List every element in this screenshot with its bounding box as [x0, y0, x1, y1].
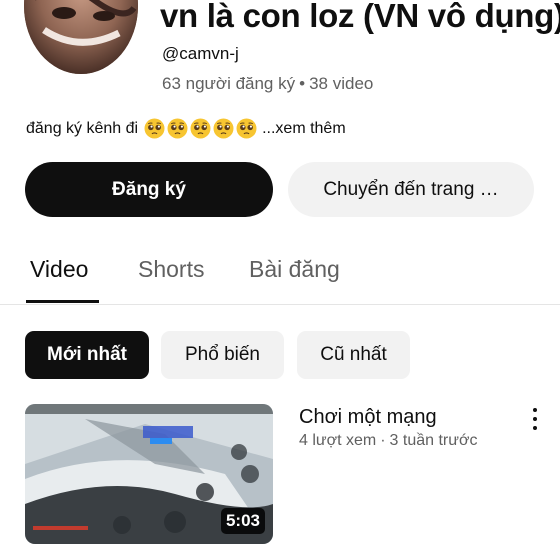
- tab-posts[interactable]: Bài đăng: [249, 256, 340, 283]
- stats-separator: •: [299, 74, 306, 93]
- more-options-icon[interactable]: [524, 406, 546, 432]
- video-thumbnail[interactable]: 5:03: [25, 404, 273, 544]
- more-link[interactable]: ...xem thêm: [262, 120, 346, 138]
- channel-handle: @camvn-j: [162, 44, 239, 63]
- chip-popular[interactable]: Phổ biến: [161, 331, 284, 379]
- tab-shorts[interactable]: Shorts: [138, 256, 204, 283]
- video-meta: 4 lượt xem · 3 tuần trước: [299, 432, 477, 450]
- goto-page-button[interactable]: Chuyển đến trang …: [288, 162, 534, 217]
- active-tab-indicator: [26, 300, 99, 303]
- description-text: đăng ký kênh đi: [26, 119, 139, 137]
- video-duration: 5:03: [220, 508, 265, 534]
- pleading-face-icon: [167, 118, 188, 139]
- meta-separator: ·: [380, 432, 386, 449]
- upload-age: 3 tuần trước: [389, 432, 478, 449]
- pleading-face-icon: [236, 118, 257, 139]
- description-emojis: [144, 118, 257, 139]
- channel-avatar[interactable]: [24, 0, 138, 74]
- kebab-dot: [533, 426, 537, 430]
- channel-description[interactable]: đăng ký kênh đi ...xem thêm: [26, 118, 346, 139]
- video-count: 38 video: [309, 74, 374, 93]
- chip-oldest[interactable]: Cũ nhất: [297, 331, 410, 379]
- subscribe-button[interactable]: Đăng ký: [25, 162, 273, 217]
- chip-newest[interactable]: Mới nhất: [25, 331, 149, 379]
- video-title[interactable]: Chơi một mạng: [299, 406, 437, 429]
- kebab-dot: [533, 408, 537, 412]
- subscriber-count: 63 người đăng ký: [162, 74, 296, 93]
- pleading-face-icon: [144, 118, 165, 139]
- channel-tabs: Video Shorts Bài đăng: [0, 240, 560, 305]
- pleading-face-icon: [213, 118, 234, 139]
- pleading-face-icon: [190, 118, 211, 139]
- view-count: 4 lượt xem: [299, 432, 377, 449]
- tab-video[interactable]: Video: [30, 256, 88, 283]
- channel-name: vn là con loz (VN vô dụng): [160, 0, 560, 34]
- channel-stats: 63 người đăng ký • 38 video: [162, 74, 373, 94]
- avatar-image: [24, 0, 138, 74]
- kebab-dot: [533, 417, 537, 421]
